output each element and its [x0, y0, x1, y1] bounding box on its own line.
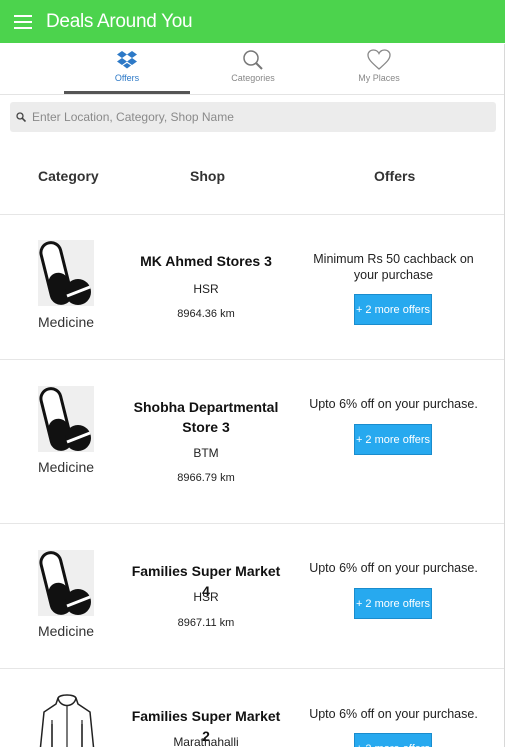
offer-text: Upto 6% off on your purchase.: [309, 707, 478, 721]
offer-text: Upto 6% off on your purchase.: [309, 397, 478, 411]
menu-button[interactable]: [0, 0, 46, 43]
heart-icon: [367, 49, 391, 70]
tab-categories[interactable]: Categories: [190, 44, 316, 94]
app-bar: Deals Around You: [0, 0, 505, 43]
search-bar[interactable]: [10, 102, 496, 132]
more-offers-button[interactable]: + 2 more offers: [354, 733, 432, 747]
category-label: Medicine: [37, 623, 95, 639]
shop-area: BTM: [193, 446, 219, 460]
shop-name: Shobha Departmental Store 3: [133, 399, 279, 435]
header-category: Category: [38, 168, 99, 184]
more-offers-button[interactable]: + 2 more offers: [354, 588, 432, 619]
search-icon: [16, 112, 26, 122]
shop-area: HSR: [193, 590, 219, 604]
shop-distance: 8966.79 km: [177, 472, 235, 484]
app-title: Deals Around You: [46, 10, 193, 32]
table-row[interactable]: Families Super Market 2 Marathahalli Upt…: [0, 669, 505, 747]
search-icon: [243, 50, 263, 70]
shop-distance: 8964.36 km: [177, 308, 235, 320]
hamburger-icon: [14, 14, 32, 29]
shop-distance: 8967.11 km: [177, 617, 235, 629]
search-input[interactable]: [32, 110, 472, 124]
table-row[interactable]: Medicine Families Super Market 4 HSR 896…: [0, 524, 505, 668]
active-tab-indicator: [64, 91, 190, 94]
right-edge-border: [504, 44, 505, 747]
shop-area: HSR: [193, 282, 219, 296]
shop-area: Marathahalli: [173, 735, 239, 747]
offer-text: Upto 6% off on your purchase.: [309, 561, 478, 575]
pills-icon: [38, 240, 94, 306]
table-row[interactable]: Medicine Shobha Departmental Store 3 BTM…: [0, 360, 505, 523]
more-offers-button[interactable]: + 2 more offers: [354, 424, 432, 455]
more-offers-button[interactable]: + 2 more offers: [354, 294, 432, 325]
table-row[interactable]: Medicine MK Ahmed Stores 3 HSR 8964.36 k…: [0, 215, 505, 359]
pills-icon: [38, 550, 94, 616]
tab-label: Offers: [114, 73, 140, 83]
tab-offers[interactable]: Offers: [64, 44, 190, 94]
offer-text: Minimum Rs 50 cachback on your purchase: [313, 252, 474, 282]
tab-label: My Places: [358, 73, 400, 83]
hoodie-icon: [39, 694, 95, 747]
shop-name: MK Ahmed Stores 3: [140, 253, 272, 269]
tab-my-places[interactable]: My Places: [316, 44, 442, 94]
pills-icon: [38, 386, 94, 452]
dropbox-icon: [117, 51, 137, 69]
category-label: Medicine: [37, 314, 95, 330]
header-shop: Shop: [190, 168, 225, 184]
tab-bar: Offers Categories My Places: [0, 44, 505, 95]
category-label: Medicine: [37, 459, 95, 475]
header-offers: Offers: [374, 168, 416, 184]
tab-label: Categories: [231, 73, 275, 83]
